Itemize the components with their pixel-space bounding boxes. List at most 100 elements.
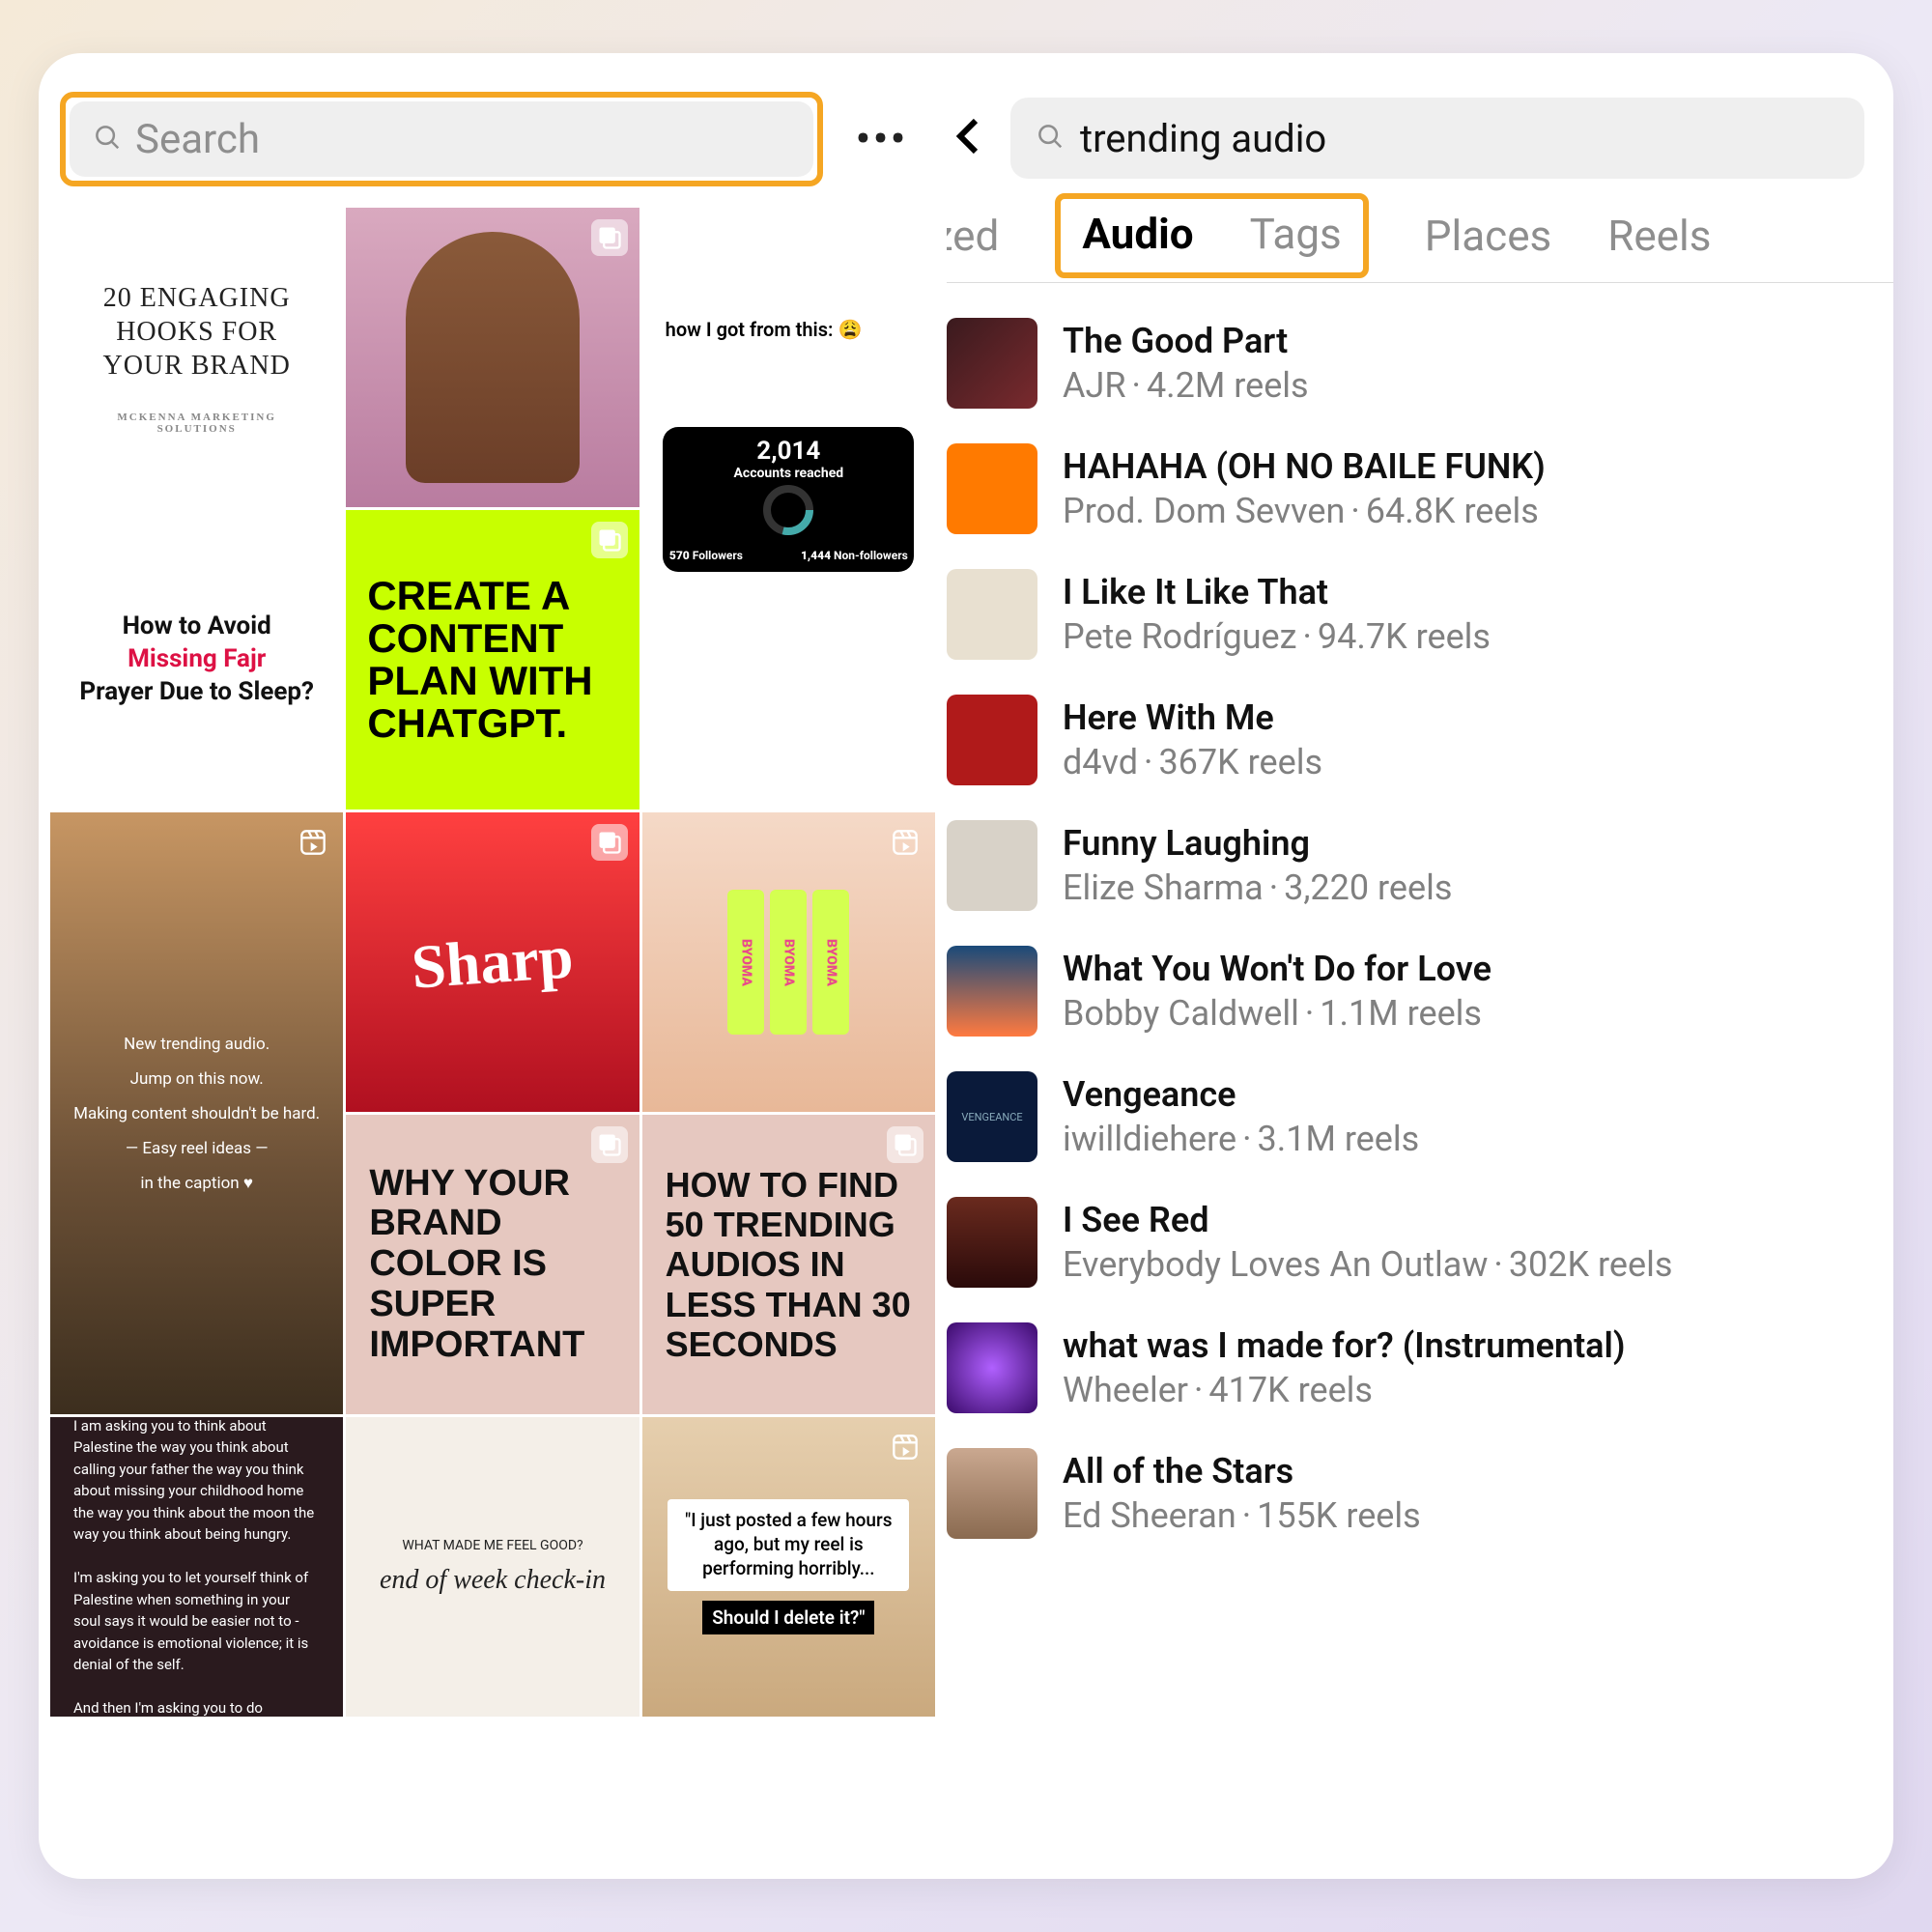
search-value: trending audio [1080, 116, 1326, 161]
explore-tile[interactable]: How to Avoid Missing Fajr Prayer Due to … [50, 510, 343, 810]
tile-text: Jump on this now. [130, 1069, 264, 1089]
tile-text: Missing Fajr [128, 643, 266, 676]
carousel-icon [591, 522, 628, 558]
carousel-icon [295, 219, 331, 256]
audio-result[interactable]: All of the Stars Ed Sheeran·155K reels [947, 1431, 1864, 1556]
tile-text: HOW TO FIND 50 TRENDING AUDIOS IN LESS T… [666, 1165, 912, 1365]
explore-tile[interactable]: WHAT MADE ME FEEL GOOD? end of week chec… [346, 1417, 639, 1717]
tile-text: WHAT MADE ME FEEL GOOD? [402, 1538, 582, 1553]
audio-cover: VENGEANCE [947, 1071, 1037, 1162]
audio-result[interactable]: HAHAHA (OH NO BAILE FUNK) Prod. Dom Sevv… [947, 426, 1864, 552]
tile-text: How to Avoid [123, 611, 271, 643]
audio-title: I See Red [1063, 1200, 1672, 1240]
explore-tile[interactable]: 20 ENGAGING HOOKS FOR YOUR BRAND MCKENNA… [50, 208, 343, 507]
audio-title: What You Won't Do for Love [1063, 949, 1492, 989]
audio-title: what was I made for? (Instrumental) [1063, 1325, 1626, 1366]
audio-result[interactable]: What You Won't Do for Love Bobby Caldwel… [947, 928, 1864, 1054]
audio-subtitle: AJR·4.2M reels [1063, 365, 1309, 406]
audio-cover [947, 695, 1037, 785]
audio-title: Here With Me [1063, 697, 1322, 738]
audio-cover [947, 946, 1037, 1037]
explore-tile[interactable] [346, 208, 639, 507]
tab-reels[interactable]: Reels [1607, 211, 1711, 282]
tile-text: New trending audio. [124, 1035, 270, 1054]
back-button[interactable] [947, 113, 993, 163]
search-header: trending audio [947, 53, 1893, 196]
audio-cover [947, 318, 1037, 409]
tile-text: in the caption ♥ [140, 1174, 253, 1193]
tab-places[interactable]: Places [1425, 211, 1551, 282]
audio-result[interactable]: The Good Part AJR·4.2M reels [947, 300, 1864, 426]
explore-tile[interactable]: Sharp [346, 812, 639, 1112]
audio-result[interactable]: I Like It Like That Pete Rodríguez·94.7K… [947, 552, 1864, 677]
app-frame: Search ••• 20 ENGAGING HOOKS FOR YOUR BR… [39, 53, 1893, 1879]
audio-cover [947, 1322, 1037, 1413]
reel-icon [887, 1429, 923, 1465]
audio-cover [947, 1448, 1037, 1539]
analytics-widget: 2,014 Accounts reached 570 Followers1,44… [663, 427, 914, 572]
audio-title: Vengeance [1063, 1074, 1419, 1115]
explore-tile[interactable]: "I just posted a few hours ago, but my r… [642, 1417, 935, 1717]
explore-search-row: Search ••• [39, 53, 947, 208]
explore-tile[interactable]: WHY YOUR BRAND COLOR IS SUPER IMPORTANT [346, 1115, 639, 1414]
audio-results-list: The Good Part AJR·4.2M reels HAHAHA (OH … [947, 283, 1893, 1556]
tile-text: Should I delete it?" [702, 1601, 874, 1634]
tile-subtext: MCKENNA MARKETING SOLUTIONS [79, 412, 314, 435]
audio-title: All of the Stars [1063, 1451, 1421, 1492]
audio-result[interactable]: Funny Laughing Elize Sharma·3,220 reels [947, 803, 1864, 928]
tab-tags[interactable]: Tags [1250, 209, 1342, 259]
carousel-icon [591, 824, 628, 861]
audio-subtitle: Prod. Dom Sevven·64.8K reels [1063, 491, 1546, 531]
explore-tile[interactable]: CREATE A CONTENT PLAN WITH CHATGPT. [346, 510, 639, 810]
search-results-pane: trending audio ized Audio Tags Places Re… [947, 53, 1893, 1879]
audio-subtitle: Wheeler·417K reels [1063, 1370, 1626, 1410]
audio-subtitle: Pete Rodríguez·94.7K reels [1063, 616, 1491, 657]
explore-tile[interactable]: 2,014 Accounts reached 570 Followers1,44… [642, 208, 935, 810]
reel-icon [887, 219, 923, 256]
audio-title: HAHAHA (OH NO BAILE FUNK) [1063, 446, 1546, 487]
tab-personalized-partial[interactable]: ized [947, 211, 999, 282]
audio-result[interactable]: VENGEANCE Vengeance iwilldiehere·3.1M re… [947, 1054, 1864, 1179]
widget-number: 2,014 [756, 437, 820, 466]
search-input[interactable]: trending audio [1010, 98, 1864, 179]
tile-text: Sharp [410, 921, 576, 1003]
widget-label: Accounts reached [734, 466, 844, 481]
audio-subtitle: Bobby Caldwell·1.1M reels [1063, 993, 1492, 1034]
audio-cover [947, 820, 1037, 911]
more-options-button[interactable]: ••• [838, 116, 925, 163]
audio-title: Funny Laughing [1063, 823, 1452, 864]
explore-pane: Search ••• 20 ENGAGING HOOKS FOR YOUR BR… [39, 53, 947, 1879]
tile-text: Prayer Due to Sleep? [79, 676, 314, 709]
search-icon [93, 123, 122, 156]
reel-icon [887, 824, 923, 861]
tile-caption: how I got from this: 😩 [658, 314, 870, 345]
audio-result[interactable]: Here With Me d4vd·367K reels [947, 677, 1864, 803]
tile-text: Making content shouldn't be hard. [73, 1104, 320, 1123]
tile-text: 20 ENGAGING HOOKS FOR YOUR BRAND [79, 281, 314, 383]
audio-title: I Like It Like That [1063, 572, 1491, 612]
carousel-icon [591, 219, 628, 256]
carousel-icon [591, 1126, 628, 1163]
tile-text: WHY YOUR BRAND COLOR IS SUPER IMPORTANT [369, 1164, 615, 1366]
search-placeholder: Search [135, 116, 260, 163]
tabs-highlight-annotation: Audio Tags [1055, 193, 1368, 278]
search-icon [1036, 122, 1065, 155]
audio-result[interactable]: I See Red Everybody Loves An Outlaw·302K… [947, 1179, 1864, 1305]
audio-cover [947, 443, 1037, 534]
explore-search-input[interactable]: Search [70, 101, 813, 177]
explore-tile[interactable]: HOW TO FIND 50 TRENDING AUDIOS IN LESS T… [642, 1115, 935, 1414]
explore-tile[interactable]: New trending audio. Jump on this now. Ma… [50, 812, 343, 1414]
tile-text: "I just posted a few hours ago, but my r… [668, 1499, 909, 1590]
explore-tile[interactable]: I am not asking you to think about Pales… [50, 1417, 343, 1717]
search-tabs: ized Audio Tags Places Reels [947, 196, 1893, 283]
carousel-icon [295, 522, 331, 558]
audio-result[interactable]: what was I made for? (Instrumental) Whee… [947, 1305, 1864, 1431]
reel-icon [295, 824, 331, 861]
tab-audio[interactable]: Audio [1082, 209, 1193, 259]
search-highlight-annotation: Search [60, 92, 823, 186]
explore-tile[interactable]: BYOMABYOMABYOMA [642, 812, 935, 1112]
tile-text: end of week check-in [380, 1565, 606, 1596]
audio-title: The Good Part [1063, 321, 1309, 361]
audio-subtitle: Elize Sharma·3,220 reels [1063, 867, 1452, 908]
audio-subtitle: Everybody Loves An Outlaw·302K reels [1063, 1244, 1672, 1285]
